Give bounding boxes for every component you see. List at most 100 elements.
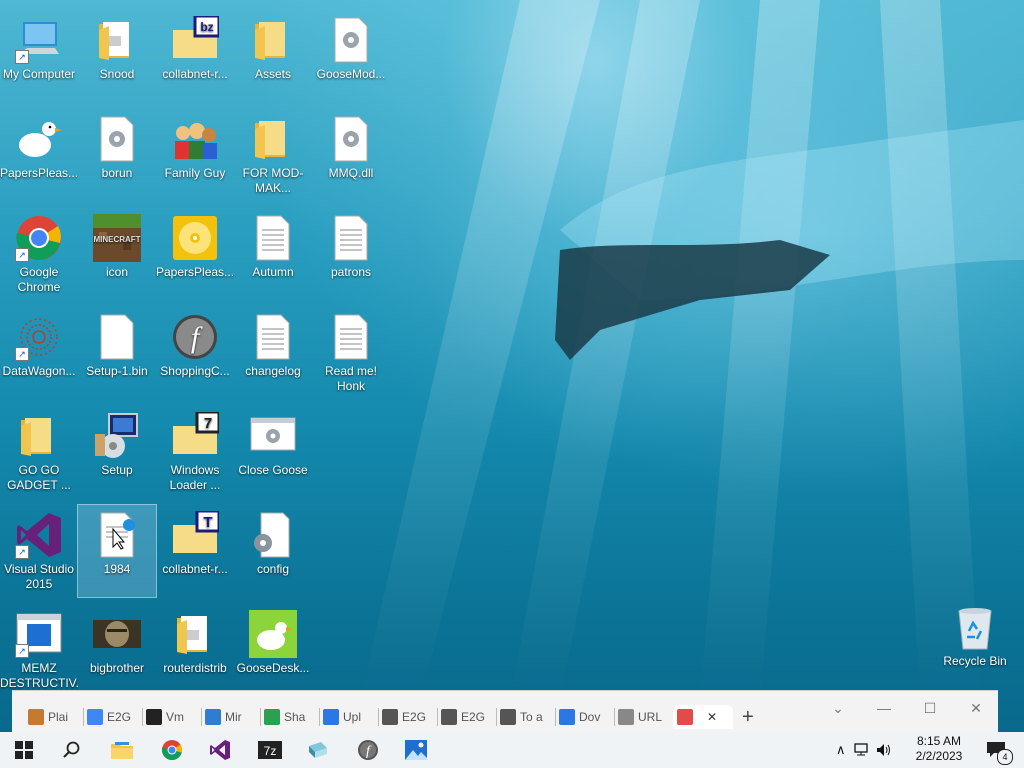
- datawagon-icon: ↗: [15, 313, 63, 361]
- browser-tab[interactable]: To a: [496, 705, 556, 729]
- browser-tab[interactable]: E2G: [83, 705, 143, 729]
- desktop-icon-label: collabnet-r...: [162, 562, 228, 576]
- disc-icon: [171, 214, 219, 262]
- taskbar-app-book[interactable]: [298, 734, 338, 766]
- show-hidden-icons-chevron-icon[interactable]: ∧: [836, 742, 846, 758]
- browser-tab[interactable]: Sha: [260, 705, 320, 729]
- new-tab-button[interactable]: +: [742, 705, 754, 729]
- tab-search-chevron[interactable]: ⌄: [826, 699, 850, 717]
- desktop-icon-label: Assets: [254, 67, 291, 81]
- browser-tab[interactable]: Vm: [142, 705, 202, 729]
- start-button[interactable]: [4, 734, 44, 766]
- desktop-icon-label: GO GO GADGET ...: [7, 463, 71, 492]
- desktop-icon[interactable]: Family Guy: [156, 109, 234, 201]
- desktop-icon[interactable]: patrons: [312, 208, 390, 300]
- volume-icon[interactable]: [876, 743, 892, 757]
- browser-tab[interactable]: Upl: [319, 705, 379, 729]
- browser-tab[interactable]: Dov: [555, 705, 615, 729]
- chrome-icon: ↗: [15, 214, 63, 262]
- desktop-icon[interactable]: 1984: [77, 504, 157, 598]
- tab-favicon-icon: [264, 709, 280, 725]
- image-icon: [93, 610, 141, 658]
- desktop-icon[interactable]: ↗ My Computer: [0, 10, 78, 102]
- desktop-icon-label: config: [256, 562, 290, 576]
- desktop-icon-label: DataWagon...: [2, 364, 76, 378]
- desktop-icon-label: FOR MOD-MAK...: [242, 166, 304, 195]
- desktop-icon[interactable]: config: [234, 505, 312, 597]
- tab-favicon-icon: [441, 709, 457, 725]
- desktop-icon[interactable]: Setup-1.bin: [78, 307, 156, 399]
- flash-icon: f: [358, 740, 378, 760]
- tab-favicon-icon: [146, 709, 162, 725]
- browser-tab-label: Mir: [225, 710, 242, 724]
- browser-tab-label: URL: [638, 710, 663, 724]
- desktop-icon[interactable]: changelog: [234, 307, 312, 399]
- desktop-icon[interactable]: MINECRAFT icon: [78, 208, 156, 300]
- text-file-icon: [249, 313, 297, 361]
- browser-tab[interactable]: Plai: [24, 705, 84, 729]
- window-app-icon: ↗: [15, 610, 63, 658]
- taskbar-photos[interactable]: [396, 734, 436, 766]
- browser-tab[interactable]: E2G: [378, 705, 438, 729]
- desktop-icon[interactable]: Snood: [78, 10, 156, 102]
- action-center-button[interactable]: 4: [978, 734, 1014, 766]
- desktop-icon[interactable]: routerdistrib: [156, 604, 234, 696]
- desktop-icon[interactable]: FOR MOD-MAK...: [234, 109, 312, 201]
- goose-icon: [15, 115, 63, 163]
- desktop-icon[interactable]: Tcollabnet-r...: [156, 505, 234, 597]
- browser-tab[interactable]: Mir: [201, 705, 261, 729]
- desktop-icon[interactable]: ↗ Google Chrome: [0, 208, 78, 300]
- desktop-icon[interactable]: PapersPleas...: [0, 109, 78, 201]
- browser-tab[interactable]: E2G: [437, 705, 497, 729]
- browser-tab-label: E2G: [107, 710, 132, 724]
- search-button[interactable]: [52, 734, 92, 766]
- settings-file-icon: [249, 511, 297, 559]
- desktop-icon[interactable]: Recycle Bin: [936, 597, 1014, 689]
- minimize-button[interactable]: —: [872, 699, 896, 717]
- recycle-bin-icon: [951, 603, 999, 651]
- desktop-icon[interactable]: Read me! Honk: [312, 307, 390, 399]
- desktop-icon[interactable]: GooseMod...: [312, 10, 390, 102]
- taskbar-7zip[interactable]: 7z: [250, 734, 290, 766]
- visual-studio-icon: ↗: [15, 511, 63, 559]
- search-icon: [63, 741, 80, 758]
- taskbar-file-explorer[interactable]: [102, 734, 142, 766]
- desktop-icon[interactable]: bigbrother: [78, 604, 156, 696]
- desktop-icon-label: 1984: [103, 562, 131, 576]
- desktop-icon[interactable]: ↗ Visual Studio 2015: [0, 505, 78, 597]
- browser-tab-label: Sha: [284, 710, 306, 724]
- taskbar-clock[interactable]: 8:15 AM 2/2/2023: [906, 734, 972, 764]
- close-window-button[interactable]: ✕: [964, 699, 988, 717]
- desktop-icon[interactable]: Assets: [234, 10, 312, 102]
- taskbar-visual-studio[interactable]: [200, 734, 240, 766]
- desktop-icon[interactable]: GooseDesk...: [234, 604, 312, 696]
- desktop-icon[interactable]: Close Goose: [234, 406, 312, 498]
- desktop-icon[interactable]: borun: [78, 109, 156, 201]
- desktop-icon[interactable]: ↗ MEMZ DESTRUCTIV...: [0, 604, 78, 696]
- desktop-icon[interactable]: GO GO GADGET ...: [0, 406, 78, 498]
- taskbar-chrome[interactable]: [152, 734, 192, 766]
- network-icon[interactable]: [853, 743, 870, 757]
- browser-tab[interactable]: ✕: [673, 705, 733, 729]
- browser-tab-label: E2G: [461, 710, 486, 724]
- desktop-icon[interactable]: PapersPleas...: [156, 208, 234, 300]
- taskbar-flash[interactable]: f: [348, 734, 388, 766]
- photos-icon: [405, 740, 427, 760]
- desktop-icon[interactable]: f ShoppingC...: [156, 307, 234, 399]
- desktop-icon[interactable]: MMQ.dll: [312, 109, 390, 201]
- browser-tab[interactable]: URL: [614, 705, 674, 729]
- browser-tab-label: To a: [520, 710, 543, 724]
- desktop-icon-label: Setup: [101, 463, 133, 477]
- desktop-icon-label: My Computer: [2, 67, 76, 81]
- computer-icon: ↗: [15, 16, 63, 64]
- desktop-icon[interactable]: bz collabnet-r...: [156, 10, 234, 102]
- desktop-icon[interactable]: 7 Windows Loader ...: [156, 406, 234, 498]
- maximize-button[interactable]: ☐: [918, 699, 942, 717]
- notification-count-badge: 4: [997, 749, 1013, 765]
- tab-favicon-icon: [323, 709, 339, 725]
- desktop-icon[interactable]: Setup: [78, 406, 156, 498]
- close-tab-button[interactable]: ✕: [707, 710, 717, 724]
- desktop-icon[interactable]: ↗ DataWagon...: [0, 307, 78, 399]
- browser-tab-label: E2G: [402, 710, 427, 724]
- desktop-icon[interactable]: Autumn: [234, 208, 312, 300]
